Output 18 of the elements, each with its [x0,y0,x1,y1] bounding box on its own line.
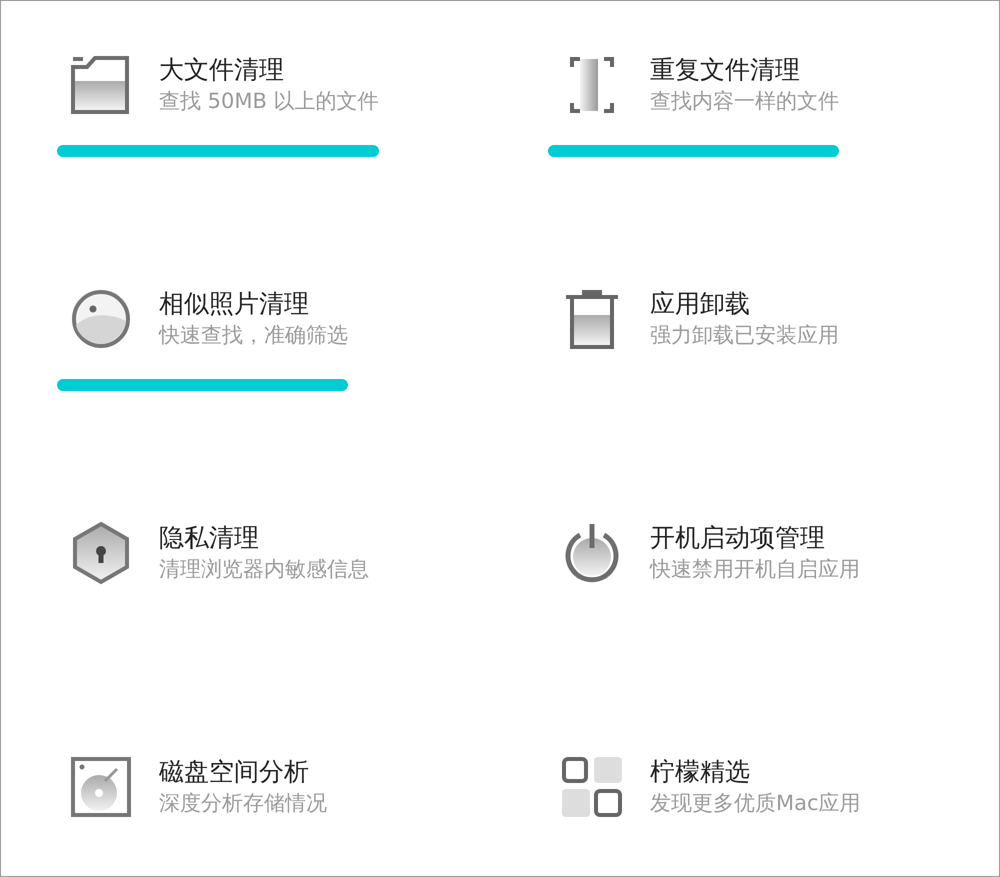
tool-description: 快速查找，准确筛选 [159,322,348,349]
tool-title[interactable]: 应用卸载 [650,288,839,321]
tool-description: 清理浏览器内敏感信息 [159,556,369,583]
tool-description: 快速禁用开机自启应用 [650,556,860,583]
tool-title[interactable]: 磁盘空间分析 [159,756,327,789]
app-grid-icon [560,755,624,819]
tool-description: 查找 50MB 以上的文件 [159,88,379,115]
tool-title[interactable]: 柠檬精选 [650,756,861,789]
tool-description: 发现更多优质Mac应用 [650,790,861,817]
tool-title[interactable]: 大文件清理 [159,54,379,87]
tool-title[interactable]: 相似照片清理 [159,288,348,321]
photo-icon [69,287,133,351]
tool-title[interactable]: 开机启动项管理 [650,522,860,555]
tool-title[interactable]: 隐私清理 [159,522,369,555]
tool-title[interactable]: 重复文件清理 [650,54,839,87]
tool-description: 强力卸载已安装应用 [650,322,839,349]
tool-description: 查找内容一样的文件 [650,88,839,115]
tool-description: 深度分析存储情况 [159,790,327,817]
